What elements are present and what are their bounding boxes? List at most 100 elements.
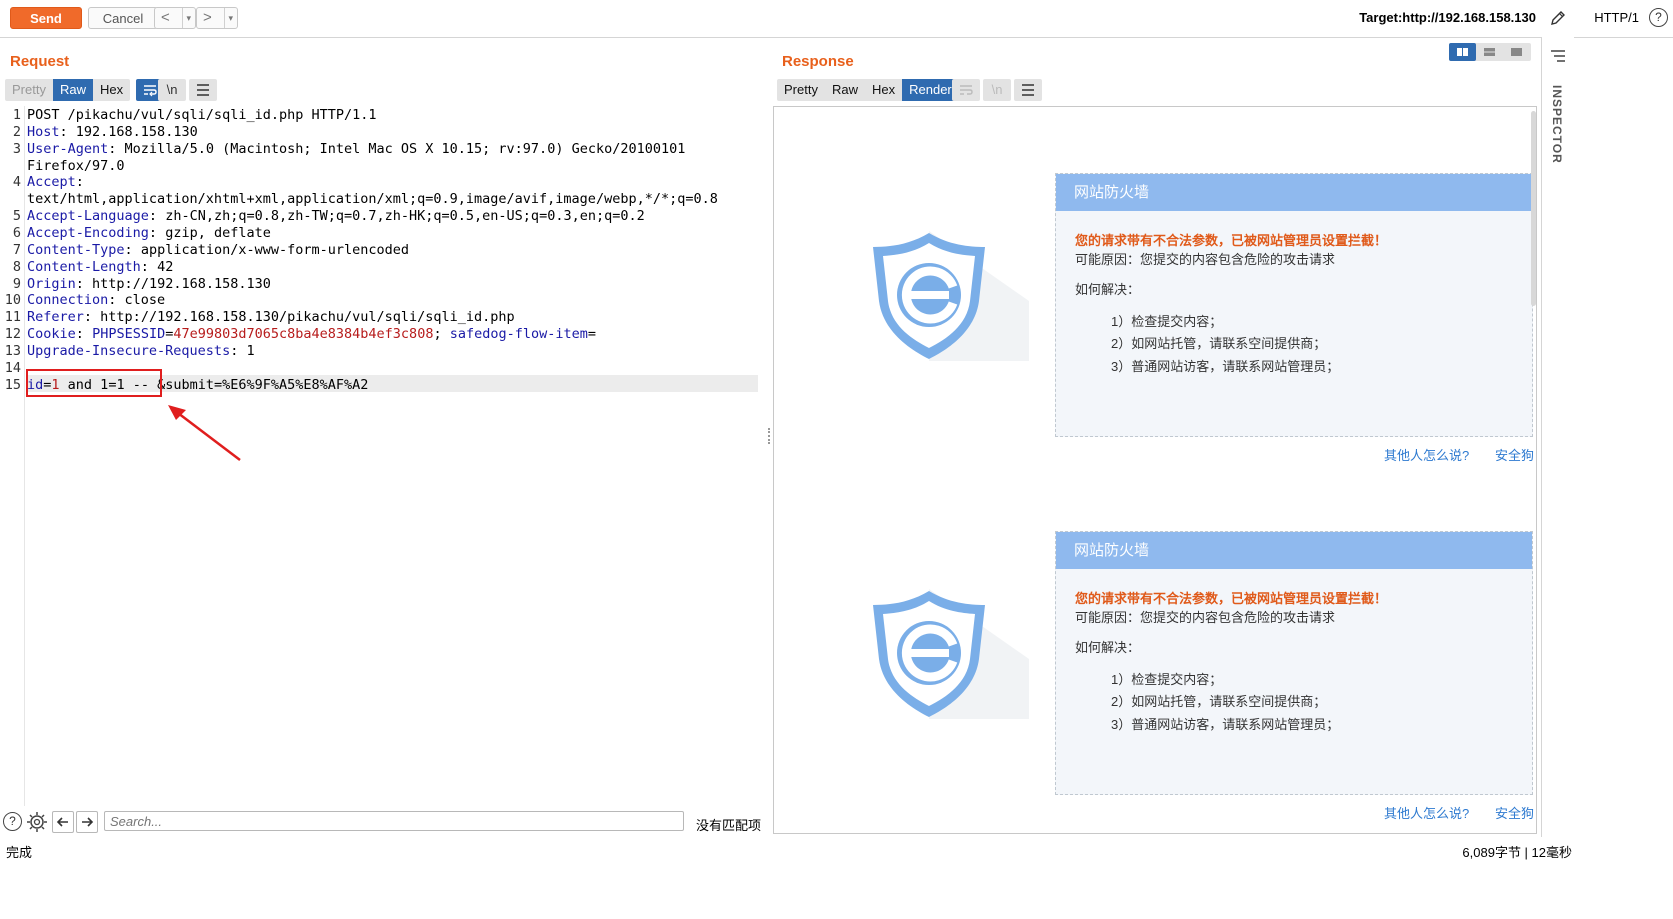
cookie-part: PHPSESSID (92, 326, 166, 343)
request-menu-button[interactable] (189, 79, 217, 101)
header-value: application/x-www-form-urlencoded (132, 241, 410, 258)
request-show-newlines-toggle[interactable]: \n (158, 79, 186, 101)
line-number: 5 (12, 208, 21, 225)
header-value: gzip, deflate (157, 224, 271, 241)
response-menu-button[interactable] (1014, 79, 1042, 101)
response-tab-hex[interactable]: Hex (865, 79, 902, 101)
firewall-card-header: 网站防火墙 (1056, 174, 1532, 211)
header-key: Origin (27, 275, 76, 292)
arrow-left-icon (56, 817, 68, 827)
header-value: http://192.168.158.130/pikachu/vul/sqli/… (92, 309, 515, 326)
firewall-shield-logo (869, 589, 1029, 722)
firewall-reason: 可能原因：您提交的内容包含危险的攻击请求 (1075, 610, 1336, 625)
firewall-card-header: 网站防火墙 (1056, 532, 1532, 569)
target-label: Target:http://192.168.158.130 (1359, 10, 1536, 25)
header-value: zh-CN,zh;q=0.8,zh-TW;q=0.7,zh-HK;q=0.5,e… (157, 208, 645, 225)
search-next-button[interactable] (76, 811, 98, 833)
firewall-step: 3）普通网站访客，请联系网站管理员； (1111, 717, 1340, 732)
send-button[interactable]: Send (10, 7, 82, 29)
header-key: Accept-Language (27, 208, 149, 225)
code-line: Content-Length: 42 (27, 258, 174, 275)
firewall-warning: 您的请求带有不合法参数，已被网站管理员设置拦截！ (1075, 233, 1388, 248)
columns-icon (1457, 48, 1468, 56)
safedog-link[interactable]: 安全狗 (1495, 803, 1534, 822)
header-key: Content-Type (27, 241, 125, 258)
response-size-time: 6,089字节 | 12毫秒 (1462, 845, 1572, 860)
highlight-box-annotation (26, 369, 162, 397)
others-say-link[interactable]: 其他人怎么说? (1384, 445, 1469, 464)
firewall-card: 网站防火墙 您的请求带有不合法参数，已被网站管理员设置拦截！ 可能原因：您提交的… (1055, 173, 1533, 437)
help-icon[interactable]: ? (1649, 8, 1668, 27)
line-number: 13 (4, 342, 21, 359)
layout-toggle-group (1449, 43, 1531, 61)
help-icon[interactable]: ? (3, 812, 22, 831)
response-tab-pretty[interactable]: Pretty (777, 79, 825, 101)
response-render-view[interactable]: 网站防火墙 您的请求带有不合法参数，已被网站管理员设置拦截！ 可能原因：您提交的… (773, 106, 1537, 834)
edit-target-pencil-icon[interactable] (1549, 9, 1567, 27)
layout-tabs-button[interactable] (1503, 43, 1530, 61)
layout-side-by-side-button[interactable] (1449, 43, 1476, 61)
inspector-sidebar: INSPECTOR (1541, 37, 1574, 837)
cancel-button[interactable]: Cancel (88, 7, 158, 29)
cookie-part (84, 326, 92, 342)
line-number: 8 (12, 258, 21, 275)
response-tab-raw[interactable]: Raw (825, 79, 865, 101)
header-key: Upgrade-Insecure-Requests (27, 342, 231, 359)
line-number: 3 (12, 140, 21, 157)
forward-dropdown-icon[interactable]: ▾ (224, 8, 233, 28)
firewall-step: 1）检查提交内容； (1111, 314, 1223, 329)
code-line: Cookie: PHPSESSID=47e99803d7065c8ba4e838… (27, 326, 597, 343)
search-previous-button[interactable] (52, 811, 74, 833)
wrap-lines-icon (144, 85, 157, 97)
line-number: 15 (4, 376, 21, 393)
top-toolbar: Send Cancel < ▾ > ▾ Target:http://192.16… (0, 0, 1673, 38)
request-tab-raw[interactable]: Raw (52, 79, 93, 101)
line-number: 9 (12, 275, 21, 292)
firewall-card: 网站防火墙 您的请求带有不合法参数，已被网站管理员设置拦截！ 可能原因：您提交的… (1055, 531, 1533, 795)
inspector-menu-icon[interactable] (1550, 49, 1566, 63)
others-say-link[interactable]: 其他人怎么说? (1384, 803, 1469, 822)
arrow-right-icon (82, 817, 94, 827)
status-text: 完成 (6, 845, 33, 860)
header-value: Mozilla/5.0 (Macintosh; Intel Mac OS X 1… (116, 140, 686, 157)
header-value: close (116, 292, 166, 309)
cookie-part: safedog-flow-item (449, 326, 588, 343)
safedog-link[interactable]: 安全狗 (1495, 445, 1534, 464)
code-line: Connection: close (27, 292, 166, 309)
header-key: Content-Length (27, 258, 141, 275)
back-dropdown-icon[interactable]: ▾ (182, 8, 191, 28)
code-line: User-Agent: Mozilla/5.0 (Macintosh; Inte… (27, 140, 686, 157)
request-tab-pretty[interactable]: Pretty (5, 79, 53, 101)
code-line: Origin: http://192.168.158.130 (27, 275, 271, 292)
response-scrollbar-thumb[interactable] (1531, 111, 1536, 306)
code-line: Accept-Language: zh-CN,zh;q=0.8,zh-TW;q=… (27, 208, 645, 225)
settings-gear-icon[interactable] (26, 811, 48, 833)
layout-stacked-button[interactable] (1476, 43, 1503, 61)
header-value: http://192.168.158.130 (83, 275, 271, 292)
line-number: 11 (4, 309, 21, 326)
request-editor[interactable]: 1 POST /pikachu/vul/sqli/sqli_id.php HTTP… (0, 106, 770, 806)
http-version-label[interactable]: HTTP/1 (1594, 10, 1639, 25)
request-tab-hex[interactable]: Hex (93, 79, 130, 101)
firewall-step: 3）普通网站访客，请联系网站管理员； (1111, 359, 1340, 374)
line-number: 10 (4, 292, 21, 309)
gutter-divider (24, 106, 25, 806)
header-key: Cookie (27, 326, 76, 343)
history-forward-button[interactable]: > ▾ (196, 7, 238, 29)
cookie-part: = (587, 326, 597, 343)
request-view-tabs: Pretty Raw Hex (5, 79, 131, 101)
header-key: Accept (27, 174, 76, 191)
code-line: text/html,application/xhtml+xml,applicat… (27, 191, 718, 208)
red-arrow-annotation (168, 405, 241, 461)
firewall-howto: 如何解决： (1075, 640, 1141, 655)
response-wrap-lines-toggle[interactable] (952, 79, 980, 101)
firewall-reason: 可能原因：您提交的内容包含危险的攻击请求 (1075, 252, 1336, 267)
response-tab-render[interactable]: Render (902, 79, 959, 101)
header-key: Referer (27, 309, 84, 326)
inspector-tab[interactable]: INSPECTOR (1550, 85, 1564, 164)
firewall-howto: 如何解决： (1075, 282, 1141, 297)
response-show-newlines-toggle[interactable]: \n (983, 79, 1011, 101)
code-line: Referer: http://192.168.158.130/pikachu/… (27, 309, 515, 326)
history-back-button[interactable]: < ▾ (154, 7, 196, 29)
search-input[interactable] (104, 811, 684, 831)
